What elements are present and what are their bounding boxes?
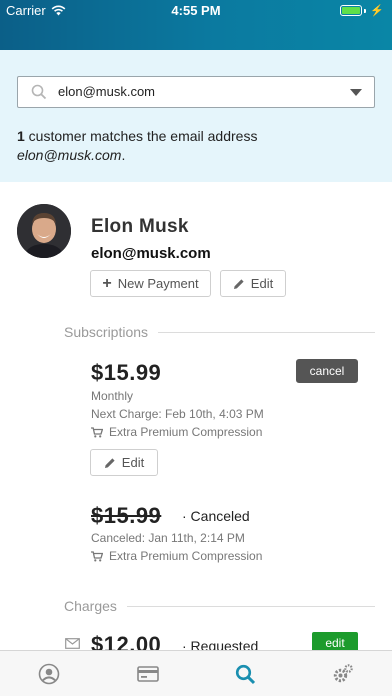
canceled-date: Canceled: Jan 11th, 2:14 PM — [91, 531, 245, 545]
canceled-product-label: Extra Premium Compression — [109, 549, 263, 563]
cart-icon — [91, 426, 103, 437]
match-email: elon@musk.com — [17, 147, 122, 163]
settings-icon — [333, 664, 353, 683]
match-text: customer matches the email address — [24, 128, 258, 144]
tab-payments[interactable] — [136, 662, 160, 686]
battery-icon: ⚡ — [340, 4, 384, 17]
edit-subscription-label: Edit — [121, 455, 145, 470]
search-icon — [235, 664, 255, 684]
profile-icon — [38, 663, 60, 685]
canceled-subscription-product: Extra Premium Compression — [91, 549, 262, 563]
match-summary: 1 customer matches the email address elo… — [17, 127, 257, 165]
envelope-icon — [65, 638, 80, 649]
subscription-interval: Monthly — [91, 389, 134, 403]
charges-divider — [126, 605, 375, 607]
edit-subscription-button[interactable]: Edit — [90, 449, 158, 476]
tab-bar — [0, 650, 392, 696]
subscription-product-label: Extra Premium Compression — [109, 425, 263, 439]
subscription-next-charge: Next Charge: Feb 10th, 4:03 PM — [91, 407, 264, 421]
match-count: 1 — [17, 128, 25, 144]
tab-search[interactable] — [233, 662, 257, 686]
search-input[interactable]: elon@musk.com — [17, 76, 375, 108]
avatar-photo — [17, 204, 71, 258]
subscription-amount: $15.99 — [91, 360, 162, 385]
edit-customer-button[interactable]: Edit — [220, 270, 286, 297]
charging-bolt-icon: ⚡ — [370, 5, 384, 17]
charges-heading: Charges — [64, 598, 375, 614]
charges-heading-label: Charges — [64, 598, 117, 614]
subscriptions-divider — [158, 331, 375, 333]
new-payment-label: New Payment — [117, 276, 199, 291]
customer-email: elon@musk.com — [91, 245, 211, 262]
canceled-status: · Canceled — [182, 508, 250, 524]
search-panel: elon@musk.com 1 customer matches the ema… — [0, 50, 392, 182]
cart-icon — [91, 550, 103, 561]
header-bar: Carrier 4:55 PM ⚡ — [0, 0, 392, 50]
customer-name: Elon Musk — [91, 216, 189, 237]
cancel-subscription-button[interactable]: cancel — [296, 359, 358, 383]
subscription-product: Extra Premium Compression — [91, 425, 262, 439]
edit-customer-label: Edit — [250, 276, 274, 291]
tab-profile[interactable] — [37, 662, 61, 686]
avatar — [17, 204, 71, 258]
pencil-icon — [104, 457, 115, 468]
search-value: elon@musk.com — [58, 84, 156, 99]
plus-icon: + — [102, 274, 112, 292]
pencil-icon — [233, 278, 244, 289]
battery-fill — [342, 7, 361, 14]
card-icon — [137, 666, 159, 682]
match-suffix: . — [121, 147, 126, 163]
canceled-subscription-amount: $15.99 — [91, 503, 162, 528]
status-time: 4:55 PM — [171, 3, 221, 18]
subscriptions-heading-label: Subscriptions — [64, 324, 149, 340]
subscriptions-heading: Subscriptions — [64, 324, 375, 340]
dropdown-caret-icon[interactable] — [350, 89, 362, 96]
new-payment-button[interactable]: + New Payment — [90, 270, 211, 297]
search-icon — [31, 84, 47, 100]
tab-settings[interactable] — [331, 662, 355, 686]
